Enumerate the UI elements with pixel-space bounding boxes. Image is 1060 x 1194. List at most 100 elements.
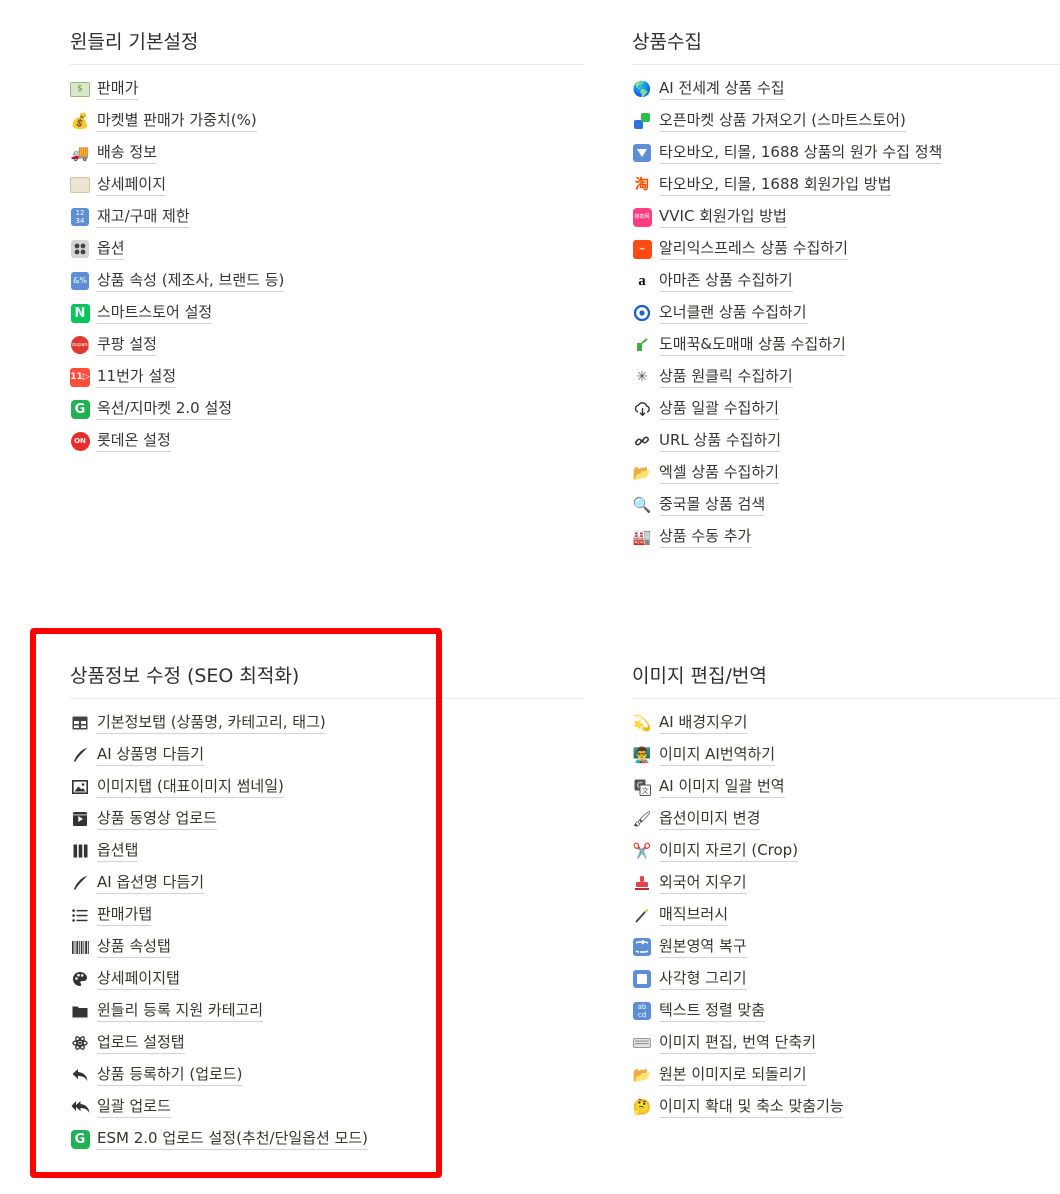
item-link[interactable]: 중국몰 상품 검색 — [659, 494, 766, 516]
list-item[interactable]: N 스마트스토어 설정 — [70, 301, 213, 325]
list-item[interactable]: ⌣ 알리익스프레스 상품 수집하기 — [632, 237, 848, 261]
list-item[interactable]: 사각형 그리기 — [632, 967, 747, 991]
list-item[interactable]: 옵션 — [70, 237, 125, 261]
list-item[interactable]: G 옥션/지마켓 2.0 설정 — [70, 397, 233, 421]
list-item[interactable]: 매직브러시 — [632, 903, 729, 927]
item-link[interactable]: URL 상품 수집하기 — [659, 430, 782, 452]
item-link[interactable]: 아마존 상품 수집하기 — [659, 270, 793, 292]
list-item[interactable]: ab cd 텍스트 정렬 맞춤 — [632, 999, 766, 1023]
item-link[interactable]: 옥션/지마켓 2.0 설정 — [97, 398, 233, 420]
item-link[interactable]: 도매꾹&도매매 상품 수집하기 — [659, 334, 846, 356]
item-link[interactable]: 상품 일괄 수집하기 — [659, 398, 779, 420]
item-link[interactable]: 배송 정보 — [97, 142, 157, 164]
item-link[interactable]: 윈들리 등록 지원 카테고리 — [97, 1000, 264, 1022]
item-link[interactable]: 텍스트 정렬 맞춤 — [659, 1000, 766, 1022]
item-link[interactable]: 재고/구매 제한 — [97, 206, 190, 228]
list-item[interactable]: 이미지 편집, 번역 단축키 — [632, 1031, 817, 1055]
item-link[interactable]: 쿠팡 설정 — [97, 334, 157, 356]
list-item[interactable]: ✂️ 이미지 자르기 (Crop) — [632, 839, 799, 863]
item-link[interactable]: 기본정보탭 (상품명, 카테고리, 태그) — [97, 712, 326, 734]
list-item[interactable]: 이미지탭 (대표이미지 썸네일) — [70, 775, 284, 799]
item-link[interactable]: 엑셀 상품 수집하기 — [659, 462, 779, 484]
item-link[interactable]: 매직브러시 — [659, 904, 729, 926]
list-item[interactable]: 🤔 이미지 확대 및 축소 맞춤기능 — [632, 1095, 844, 1119]
list-item[interactable]: a 아마존 상품 수집하기 — [632, 269, 793, 293]
list-item[interactable]: 상세페이지탭 — [70, 967, 180, 991]
list-item[interactable]: 옵션탭 — [70, 839, 139, 863]
list-item[interactable]: URL 상품 수집하기 — [632, 429, 782, 453]
list-item[interactable]: 12 34 재고/구매 제한 — [70, 205, 190, 229]
list-item[interactable]: 💰 마켓별 판매가 가중치(%) — [70, 109, 257, 133]
item-link[interactable]: 이미지 AI번역하기 — [659, 744, 776, 766]
item-link[interactable]: 외국어 지우기 — [659, 872, 747, 894]
list-item[interactable]: 상품 등록하기 (업로드) — [70, 1063, 243, 1087]
item-link[interactable]: 판매가탭 — [97, 904, 153, 926]
list-item[interactable]: 원본영역 복구 — [632, 935, 747, 959]
item-link[interactable]: 롯데온 설정 — [97, 430, 171, 452]
item-link[interactable]: 알리익스프레스 상품 수집하기 — [659, 238, 848, 260]
item-link[interactable]: 상품 속성탭 — [97, 936, 171, 958]
item-link[interactable]: 타오바오, 티몰, 1688 회원가입 방법 — [659, 174, 892, 196]
list-item[interactable]: 🚚 배송 정보 — [70, 141, 157, 165]
list-item[interactable]: 업로드 설정탭 — [70, 1031, 185, 1055]
item-link[interactable]: 상품 동영상 업로드 — [97, 808, 217, 830]
item-link[interactable]: 판매가 — [97, 78, 139, 100]
item-link[interactable]: AI 상품명 다듬기 — [97, 744, 205, 766]
item-link[interactable]: AI 전세계 상품 수집 — [659, 78, 785, 100]
list-item[interactable]: 💫 AI 배경지우기 — [632, 711, 748, 735]
item-link[interactable]: 일괄 업로드 — [97, 1096, 171, 1118]
list-item[interactable]: 오너클랜 상품 수집하기 — [632, 301, 807, 325]
item-link[interactable]: 타오바오, 티몰, 1688 상품의 원가 수집 정책 — [659, 142, 943, 164]
item-link[interactable]: 스마트스토어 설정 — [97, 302, 213, 324]
item-link[interactable]: 상세페이지 — [97, 174, 167, 196]
item-link[interactable]: 상세페이지탭 — [97, 968, 180, 990]
item-link[interactable]: 이미지 편집, 번역 단축키 — [659, 1032, 817, 1054]
item-link[interactable]: 11번가 설정 — [97, 366, 177, 388]
list-item[interactable]: &% 상품 속성 (제조사, 브랜드 등) — [70, 269, 285, 293]
item-link[interactable]: 업로드 설정탭 — [97, 1032, 185, 1054]
list-item[interactable]: 기본정보탭 (상품명, 카테고리, 태그) — [70, 711, 326, 735]
list-item[interactable]: 도매꾹&도매매 상품 수집하기 — [632, 333, 846, 357]
list-item[interactable]: 👨‍🏫 이미지 AI번역하기 — [632, 743, 776, 767]
item-link[interactable]: 옵션 — [97, 238, 125, 260]
list-item[interactable]: 11▷ 11번가 설정 — [70, 365, 177, 389]
list-item[interactable]: 상품 동영상 업로드 — [70, 807, 217, 831]
item-link[interactable]: 상품 속성 (제조사, 브랜드 등) — [97, 270, 285, 292]
list-item[interactable]: 타오바오, 티몰, 1688 상품의 원가 수집 정책 — [632, 141, 943, 165]
item-link[interactable]: 원본 이미지로 되돌리기 — [659, 1064, 807, 1086]
list-item[interactable]: coupang 쿠팡 설정 — [70, 333, 157, 357]
list-item[interactable]: 📂 원본 이미지로 되돌리기 — [632, 1063, 807, 1087]
item-link[interactable]: AI 이미지 일괄 번역 — [659, 776, 785, 798]
list-item[interactable]: AI 옵션명 다듬기 — [70, 871, 205, 895]
item-link[interactable]: 오픈마켓 상품 가져오기 (스마트스토어) — [659, 110, 906, 132]
item-link[interactable]: 이미지탭 (대표이미지 썸네일) — [97, 776, 284, 798]
item-link[interactable]: 오너클랜 상품 수집하기 — [659, 302, 807, 324]
list-item[interactable]: G ESM 2.0 업로드 설정(추천/단일옵션 모드) — [70, 1127, 369, 1151]
item-link[interactable]: VVIC 회원가입 방법 — [659, 206, 787, 228]
list-item[interactable]: 搜款网 VVIC 회원가입 방법 — [632, 205, 787, 229]
list-item[interactable]: G文 AI 이미지 일괄 번역 — [632, 775, 785, 799]
list-item[interactable]: 🖌 옵션이미지 변경 — [632, 807, 761, 831]
item-link[interactable]: ESM 2.0 업로드 설정(추천/단일옵션 모드) — [97, 1128, 369, 1150]
list-item[interactable]: 상세페이지 — [70, 173, 167, 197]
list-item[interactable]: 오픈마켓 상품 가져오기 (스마트스토어) — [632, 109, 906, 133]
list-item[interactable]: 일괄 업로드 — [70, 1095, 171, 1119]
list-item[interactable]: 📂 엑셀 상품 수집하기 — [632, 461, 779, 485]
item-link[interactable]: 옵션이미지 변경 — [659, 808, 761, 830]
list-item[interactable]: 🌎 AI 전세계 상품 수집 — [632, 77, 785, 101]
list-item[interactable]: 외국어 지우기 — [632, 871, 747, 895]
item-link[interactable]: 옵션탭 — [97, 840, 139, 862]
item-link[interactable]: 이미지 확대 및 축소 맞춤기능 — [659, 1096, 844, 1118]
item-link[interactable]: AI 옵션명 다듬기 — [97, 872, 205, 894]
list-item[interactable]: ON 롯데온 설정 — [70, 429, 171, 453]
item-link[interactable]: AI 배경지우기 — [659, 712, 748, 734]
list-item[interactable]: 상품 일괄 수집하기 — [632, 397, 779, 421]
list-item[interactable]: 판매가탭 — [70, 903, 153, 927]
item-link[interactable]: 마켓별 판매가 가중치(%) — [97, 110, 257, 132]
item-link[interactable]: 원본영역 복구 — [659, 936, 747, 958]
list-item[interactable]: 윈들리 등록 지원 카테고리 — [70, 999, 264, 1023]
item-link[interactable]: 사각형 그리기 — [659, 968, 747, 990]
list-item[interactable]: AI 상품명 다듬기 — [70, 743, 205, 767]
item-link[interactable]: 상품 수동 추가 — [659, 526, 752, 548]
list-item[interactable]: $ 판매가 — [70, 77, 139, 101]
